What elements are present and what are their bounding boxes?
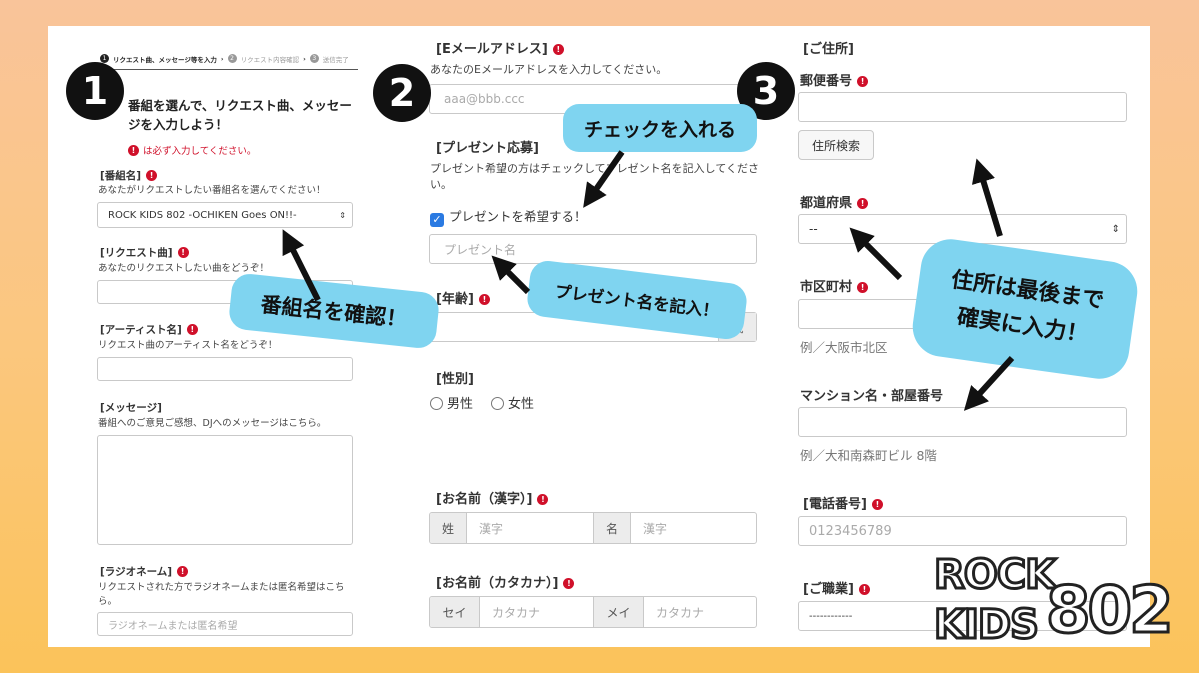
zip-label: 郵便番号! <box>800 70 869 89</box>
required-icon: ! <box>128 145 139 156</box>
step-badge-2: 2 <box>373 64 431 122</box>
chevron-right-icon: › <box>303 54 306 63</box>
rock-kids-802-logo: ROCK KIDS 802 <box>930 551 1180 664</box>
logo-kids: KIDS <box>933 601 1041 650</box>
gender-female-label: 女性 <box>508 397 535 412</box>
required-note: ! は必ず入力してください。 <box>128 143 256 157</box>
sei-kana-addon: セイ <box>430 597 480 627</box>
prefecture-value: -- <box>809 222 818 236</box>
gender-radio-male[interactable]: 男性 <box>430 393 473 412</box>
message-hint: 番組へのご意見ご感想、DJへのメッセージはこちら。 <box>98 418 327 429</box>
required-icon: ! <box>858 584 870 595</box>
gender-label: [性別] <box>436 372 474 387</box>
sei-addon: 姓 <box>430 513 467 543</box>
program-hint: あなたがリクエストしたい番組名を選んでください！ <box>98 185 326 196</box>
required-icon: ! <box>552 44 564 55</box>
present-checkbox[interactable]: ✓ プレゼントを希望する！ <box>430 206 587 227</box>
radioname-placeholder: ラジオネームまたは匿名希望 <box>108 620 238 632</box>
sei-input[interactable]: 漢字 <box>467 513 594 543</box>
prefecture-label: 都道府県! <box>800 192 869 211</box>
step-1-icon: 1 <box>100 54 109 63</box>
sei-kana-input[interactable]: カタカナ <box>480 597 594 627</box>
required-icon: ! <box>478 294 490 305</box>
chevron-right-icon: › <box>220 54 224 63</box>
building-label: マンション名・部屋番号 <box>800 389 944 404</box>
gender-male-label: 男性 <box>447 397 474 412</box>
phone-input[interactable]: 0123456789 <box>798 516 1127 546</box>
job-value: ------------ <box>809 610 853 622</box>
email-hint: あなたのEメールアドレスを入力してください。 <box>430 63 668 76</box>
building-input[interactable] <box>798 407 1127 437</box>
kana-name-label: [お名前（カタカナ）]! <box>436 572 575 591</box>
mei-kana-input[interactable]: カタカナ <box>644 597 756 627</box>
kana-name-group: セイ カタカナ メイ カタカナ <box>429 596 757 628</box>
step-3-label: 送信完了 <box>322 55 349 64</box>
message-label: [メッセージ] <box>100 402 162 414</box>
present-input[interactable]: プレゼント名 <box>429 234 757 264</box>
present-hint: プレゼント希望の方はチェックしてプレゼント名を記入してください。 <box>430 162 760 191</box>
kanji-name-label: [お名前（漢字）]! <box>436 488 549 507</box>
step-1-label: リクエスト曲、メッセージ等を入力 <box>113 55 217 64</box>
step-2-label: リクエスト内容確認 <box>240 55 300 64</box>
city-example: 例／大阪市北区 <box>800 340 888 355</box>
select-arrows-icon: ⇕ <box>339 210 346 220</box>
email-placeholder: aaa@bbb.ccc <box>444 92 525 106</box>
required-icon: ! <box>857 198 869 209</box>
kanji-name-group: 姓 漢字 名 漢字 <box>429 512 757 544</box>
radioname-label: [ラジオネーム]! <box>100 564 189 579</box>
logo-number: 802 <box>1045 573 1176 650</box>
checkmark-icon: ✓ <box>430 213 444 227</box>
radio-icon <box>430 397 443 410</box>
mei-addon: 名 <box>594 513 631 543</box>
artist-label: [アーティスト名]! <box>100 322 198 337</box>
city-label: 市区町村! <box>800 276 869 295</box>
step-2-icon: 2 <box>227 54 237 63</box>
song-label: [リクエスト曲]! <box>100 245 189 260</box>
present-placeholder: プレゼント名 <box>444 242 517 257</box>
program-select-value: ROCK KIDS 802 -OCHIKEN Goes ON!!- <box>108 209 297 221</box>
zip-input[interactable] <box>798 92 1127 122</box>
required-icon: ! <box>857 282 869 293</box>
radioname-hint: リクエストされた方でラジオネームまたは匿名希望はこちら。 <box>98 582 345 607</box>
form-heading: 番組を選んで、リクエスト曲、メッセージを入力しよう！ <box>128 98 352 132</box>
logo-rock: ROCK <box>932 551 1057 600</box>
step-3-icon: 3 <box>309 54 319 63</box>
address-search-button[interactable]: 住所検索 <box>798 130 874 160</box>
mei-kana-addon: メイ <box>594 597 644 627</box>
prefecture-select[interactable]: -- ⇕ <box>798 214 1127 244</box>
radioname-input[interactable]: ラジオネームまたは匿名希望 <box>97 612 353 636</box>
job-label: [ご職業]! <box>803 578 870 597</box>
radio-icon <box>491 397 504 410</box>
artist-input[interactable] <box>97 357 353 381</box>
callout-address-text: 住所は最後まで 確実に入力！ <box>949 267 1106 348</box>
step-badge-1: 1 <box>66 62 124 120</box>
required-icon: ! <box>563 578 575 589</box>
step-indicator: 1 リクエスト曲、メッセージ等を入力 › 2 リクエスト内容確認 › 3 送信完… <box>100 48 358 70</box>
program-select[interactable]: ROCK KIDS 802 -OCHIKEN Goes ON!!- ⇕ <box>97 202 353 228</box>
phone-label: [電話番号]! <box>803 493 883 512</box>
callout-check: チェックを入れる <box>563 104 757 152</box>
required-icon: ! <box>177 566 189 577</box>
required-icon: ! <box>146 170 158 181</box>
required-icon: ! <box>857 76 869 87</box>
message-textarea[interactable] <box>97 435 353 545</box>
building-example: 例／大和南森町ビル 8階 <box>800 448 937 463</box>
age-label: [年齢]! <box>436 288 490 307</box>
mei-input[interactable]: 漢字 <box>631 513 756 543</box>
phone-placeholder: 0123456789 <box>809 523 892 539</box>
present-label: [プレゼント応募] <box>436 141 539 156</box>
required-icon: ! <box>537 494 549 505</box>
email-label: [Eメールアドレス]! <box>436 38 564 57</box>
artist-hint: リクエスト曲のアーティスト名をどうぞ！ <box>98 340 278 351</box>
program-label: [番組名]! <box>100 168 158 183</box>
gender-radio-female[interactable]: 女性 <box>491 393 534 412</box>
required-icon: ! <box>177 247 189 258</box>
required-icon: ! <box>186 324 198 335</box>
address-label: [ご住所] <box>803 42 854 57</box>
select-arrows-icon: ⇕ <box>1111 223 1120 235</box>
required-icon: ! <box>871 499 883 510</box>
present-checkbox-label: プレゼントを希望する！ <box>449 209 587 224</box>
